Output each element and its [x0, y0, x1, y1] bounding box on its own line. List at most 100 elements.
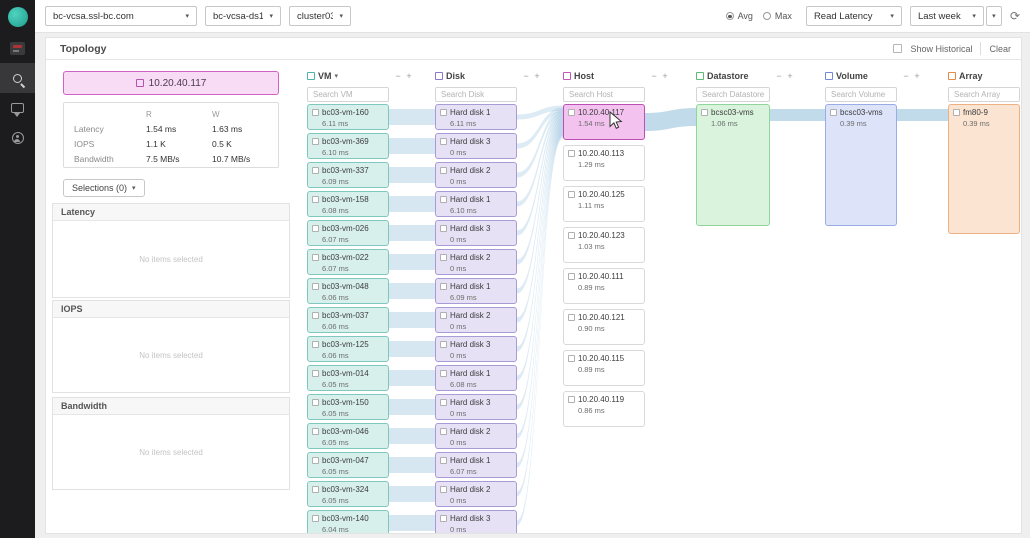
- host-node[interactable]: 10.20.40.125 1.11 ms: [563, 186, 645, 222]
- column-label-vm[interactable]: VM: [318, 71, 332, 81]
- disk-node[interactable]: Hard disk 2 0 ms: [435, 481, 517, 507]
- metric-select[interactable]: Read Latency ▾: [805, 6, 902, 26]
- node-checkbox[interactable]: [440, 283, 447, 290]
- node-checkbox[interactable]: [440, 399, 447, 406]
- disk-node[interactable]: Hard disk 2 0 ms: [435, 307, 517, 333]
- collapse-column-button[interactable]: −: [522, 71, 530, 81]
- vm-node[interactable]: bc03-vm-026 6.07 ms: [307, 220, 389, 246]
- node-checkbox[interactable]: [312, 515, 319, 522]
- expand-column-button[interactable]: +: [405, 71, 413, 81]
- disk-node[interactable]: Hard disk 3 0 ms: [435, 220, 517, 246]
- expand-column-button[interactable]: +: [661, 71, 669, 81]
- search-vm-input[interactable]: [307, 87, 389, 102]
- expand-column-button[interactable]: +: [913, 71, 921, 81]
- collapse-column-button[interactable]: −: [775, 71, 783, 81]
- disk-node[interactable]: Hard disk 2 0 ms: [435, 423, 517, 449]
- sidebar-item-messages[interactable]: [0, 93, 35, 123]
- node-checkbox[interactable]: [568, 355, 575, 362]
- node-checkbox[interactable]: [312, 341, 319, 348]
- expand-column-button[interactable]: +: [786, 71, 794, 81]
- node-checkbox[interactable]: [568, 150, 575, 157]
- column-label-volume[interactable]: Volume: [836, 71, 868, 81]
- cluster-select[interactable]: cluster03 ▾: [289, 6, 351, 26]
- sidebar-item-dashboard[interactable]: [0, 33, 35, 63]
- host-node[interactable]: 10.20.40.111 0.89 ms: [563, 268, 645, 304]
- search-volume-input[interactable]: [825, 87, 897, 102]
- host-node[interactable]: 10.20.40.113 1.29 ms: [563, 145, 645, 181]
- expand-column-button[interactable]: +: [533, 71, 541, 81]
- selected-host-chip[interactable]: 10.20.40.117: [63, 71, 279, 95]
- node-checkbox[interactable]: [312, 225, 319, 232]
- clear-button[interactable]: Clear: [989, 44, 1011, 54]
- node-checkbox[interactable]: [440, 196, 447, 203]
- disk-node[interactable]: Hard disk 3 0 ms: [435, 336, 517, 362]
- node-checkbox[interactable]: [440, 370, 447, 377]
- node-checkbox[interactable]: [312, 196, 319, 203]
- node-checkbox[interactable]: [440, 341, 447, 348]
- node-checkbox[interactable]: [312, 109, 319, 116]
- node-checkbox[interactable]: [568, 314, 575, 321]
- node-checkbox[interactable]: [312, 138, 319, 145]
- disk-node[interactable]: Hard disk 3 0 ms: [435, 394, 517, 420]
- disk-node[interactable]: Hard disk 2 0 ms: [435, 249, 517, 275]
- array-node[interactable]: fm80-9 0.39 ms: [948, 104, 1020, 234]
- avg-radio[interactable]: [725, 12, 734, 20]
- disk-node[interactable]: Hard disk 2 0 ms: [435, 162, 517, 188]
- node-checkbox[interactable]: [701, 109, 708, 116]
- node-checkbox[interactable]: [312, 312, 319, 319]
- disk-node[interactable]: Hard disk 1 6.09 ms: [435, 278, 517, 304]
- vm-node[interactable]: bc03-vm-014 6.05 ms: [307, 365, 389, 391]
- datastore-node[interactable]: bcsc03-vms 1.06 ms: [696, 104, 770, 226]
- collapse-column-button[interactable]: −: [902, 71, 910, 81]
- selections-dropdown-button[interactable]: Selections (0) ▾: [63, 179, 145, 197]
- vm-node[interactable]: bc03-vm-140 6.04 ms: [307, 510, 389, 533]
- column-label-disk[interactable]: Disk: [446, 71, 465, 81]
- collapse-column-button[interactable]: −: [394, 71, 402, 81]
- node-checkbox[interactable]: [568, 232, 575, 239]
- search-array-input[interactable]: [948, 87, 1020, 102]
- vm-node[interactable]: bc03-vm-022 6.07 ms: [307, 249, 389, 275]
- vm-node[interactable]: bc03-vm-048 6.06 ms: [307, 278, 389, 304]
- disk-node[interactable]: Hard disk 1 6.11 ms: [435, 104, 517, 130]
- search-datastore-input[interactable]: [696, 87, 770, 102]
- node-checkbox[interactable]: [440, 312, 447, 319]
- host-node[interactable]: 10.20.40.121 0.90 ms: [563, 309, 645, 345]
- time-range-select[interactable]: Last week ▾: [909, 6, 984, 26]
- host-node[interactable]: 10.20.40.117 1.54 ms: [563, 104, 645, 140]
- node-checkbox[interactable]: [312, 428, 319, 435]
- node-checkbox[interactable]: [830, 109, 837, 116]
- refresh-icon[interactable]: ⟳: [1010, 9, 1020, 23]
- vm-node[interactable]: bc03-vm-047 6.05 ms: [307, 452, 389, 478]
- vm-node[interactable]: bc03-vm-046 6.05 ms: [307, 423, 389, 449]
- node-checkbox[interactable]: [568, 191, 575, 198]
- disk-node[interactable]: Hard disk 3 0 ms: [435, 133, 517, 159]
- datacenter-select[interactable]: bc-vcsa-ds1 ▾: [205, 6, 281, 26]
- search-host-input[interactable]: [563, 87, 645, 102]
- max-radio[interactable]: [762, 12, 771, 20]
- disk-node[interactable]: Hard disk 1 6.08 ms: [435, 365, 517, 391]
- vm-node[interactable]: bc03-vm-160 6.11 ms: [307, 104, 389, 130]
- node-checkbox[interactable]: [953, 109, 960, 116]
- node-checkbox[interactable]: [312, 457, 319, 464]
- host-node[interactable]: 10.20.40.115 0.89 ms: [563, 350, 645, 386]
- node-checkbox[interactable]: [568, 109, 575, 116]
- node-checkbox[interactable]: [440, 225, 447, 232]
- node-checkbox[interactable]: [440, 109, 447, 116]
- node-checkbox[interactable]: [440, 428, 447, 435]
- sidebar-item-explore[interactable]: [0, 63, 35, 93]
- collapse-column-button[interactable]: −: [650, 71, 658, 81]
- node-checkbox[interactable]: [440, 486, 447, 493]
- vm-node[interactable]: bc03-vm-337 6.09 ms: [307, 162, 389, 188]
- search-disk-input[interactable]: [435, 87, 517, 102]
- node-checkbox[interactable]: [440, 138, 447, 145]
- vm-node[interactable]: bc03-vm-150 6.05 ms: [307, 394, 389, 420]
- vm-node[interactable]: bc03-vm-158 6.08 ms: [307, 191, 389, 217]
- vm-node[interactable]: bc03-vm-125 6.06 ms: [307, 336, 389, 362]
- volume-node[interactable]: bcsc03-vms 0.39 ms: [825, 104, 897, 226]
- node-checkbox[interactable]: [312, 167, 319, 174]
- host-node[interactable]: 10.20.40.119 0.86 ms: [563, 391, 645, 427]
- node-checkbox[interactable]: [312, 254, 319, 261]
- column-label-array[interactable]: Array: [959, 71, 983, 81]
- host-node[interactable]: 10.20.40.123 1.03 ms: [563, 227, 645, 263]
- time-range-expand-button[interactable]: ▾: [985, 6, 1002, 26]
